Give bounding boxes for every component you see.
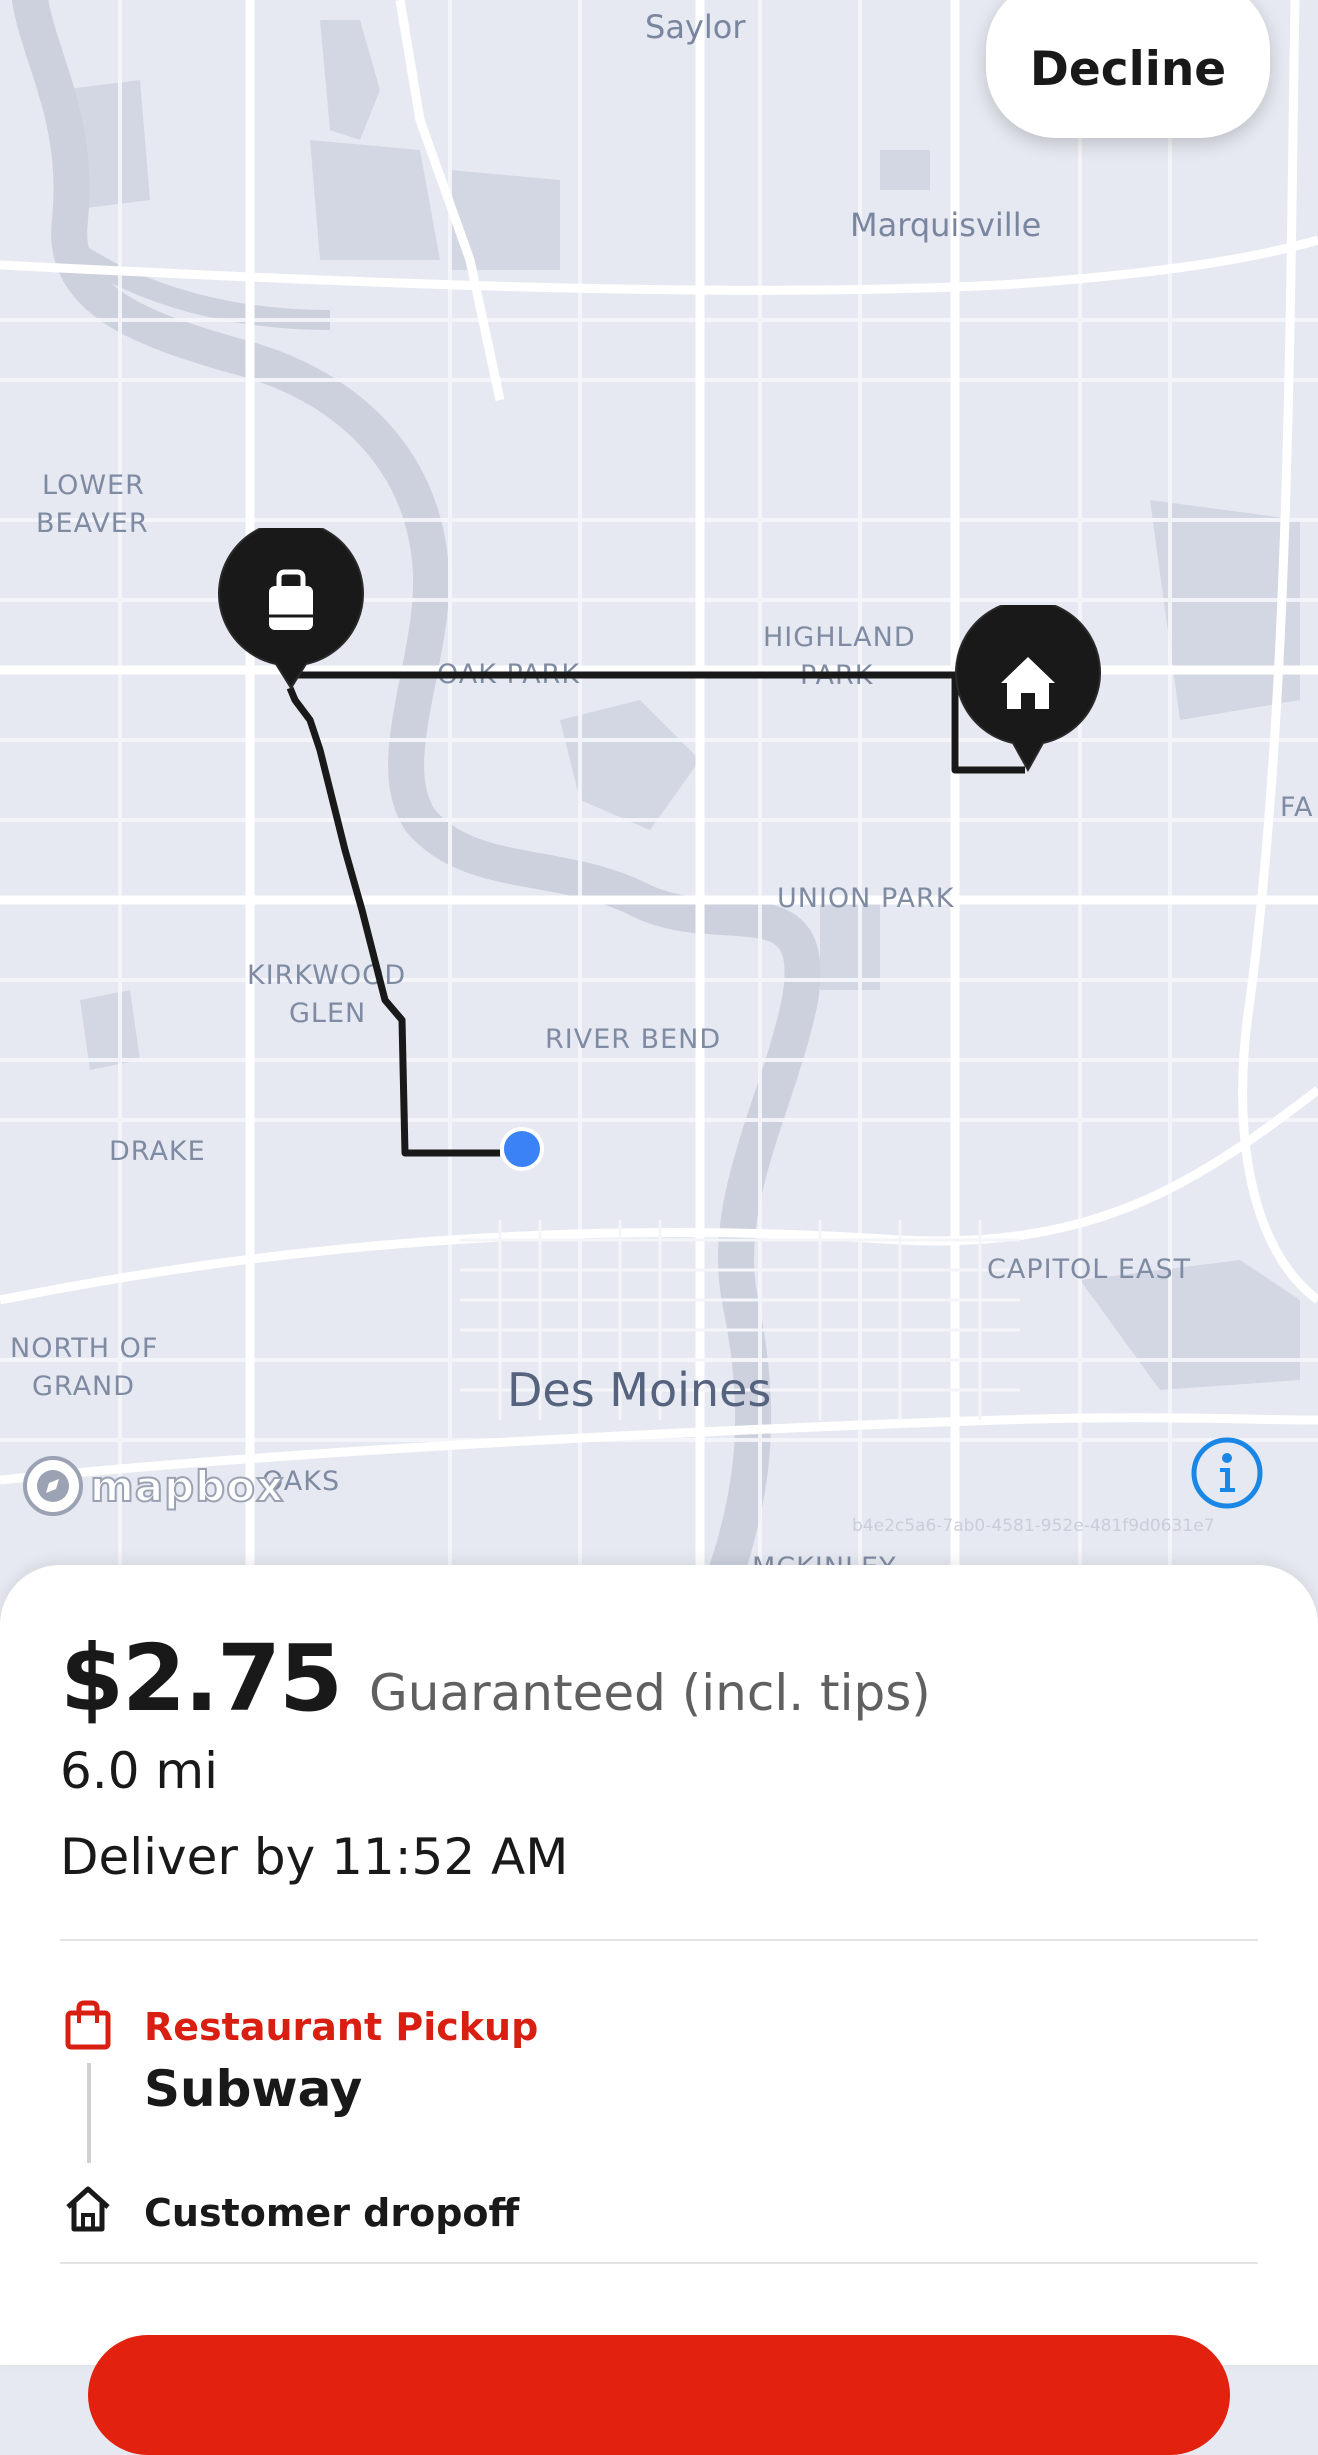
home-icon [66,2186,110,2232]
map-label-capitol-east: CAPITOL EAST [987,1254,1191,1285]
map-label-north-of-grand-1: NORTH OF [10,1333,158,1364]
map-view[interactable]: Saylor Marquisville LOWER BEAVER OAK PAR… [0,0,1318,1608]
map-label-saylor: Saylor [645,8,746,46]
customer-dropoff-label: Customer dropoff [144,2191,520,2235]
map-label-fa: FA [1280,792,1314,823]
dropoff-pin[interactable] [953,599,1103,780]
map-label-lower-beaver-1: LOWER [42,470,145,501]
offer-price: $2.75 [60,1625,343,1732]
map-label-lower-beaver-2: BEAVER [36,508,149,539]
map-label-des-moines: Des Moines [507,1363,771,1417]
offer-distance: 6.0 mi [60,1742,219,1800]
offer-sheet: $2.75 Guaranteed (incl. tips) 6.0 mi Del… [0,1565,1318,2455]
accept-button[interactable] [88,2335,1230,2455]
divider [60,1939,1258,1941]
map-label-union-park: UNION PARK [777,883,955,914]
pickup-type-label: Restaurant Pickup [144,2005,539,2049]
divider [60,2262,1258,2264]
current-location-dot [500,1127,544,1171]
info-button[interactable] [1190,1436,1264,1510]
map-label-north-of-grand-2: GRAND [32,1371,135,1402]
mapbox-attribution: mapbox [89,1461,285,1512]
map-label-river-bend: RIVER BEND [545,1024,721,1055]
mapbox-logo-icon [23,1456,83,1516]
map-label-marquisville: Marquisville [850,206,1041,244]
guarantee-text: Guaranteed (incl. tips) [369,1664,931,1722]
decline-button[interactable]: Decline [986,0,1270,138]
deliver-by-time: Deliver by 11:52 AM [60,1828,569,1886]
map-id: b4e2c5a6-7ab0-4581-952e-481f9d0631e7 [852,1516,1215,1536]
info-icon [1191,1437,1263,1509]
route-connector-line [87,2063,91,2163]
map-label-kirkwood-glen-2: GLEN [289,998,366,1029]
map-label-drake: DRAKE [109,1136,206,1167]
pickup-pin[interactable] [216,520,366,703]
bag-icon [65,2000,111,2050]
mapbox-logo[interactable]: mapbox [22,1454,284,1518]
pay-row: $2.75 Guaranteed (incl. tips) [60,1625,931,1732]
map-canvas[interactable]: Saylor Marquisville LOWER BEAVER OAK PAR… [0,0,1318,1608]
map-label-highland-park-1: HIGHLAND [763,622,916,653]
pickup-restaurant-name: Subway [144,2060,363,2118]
